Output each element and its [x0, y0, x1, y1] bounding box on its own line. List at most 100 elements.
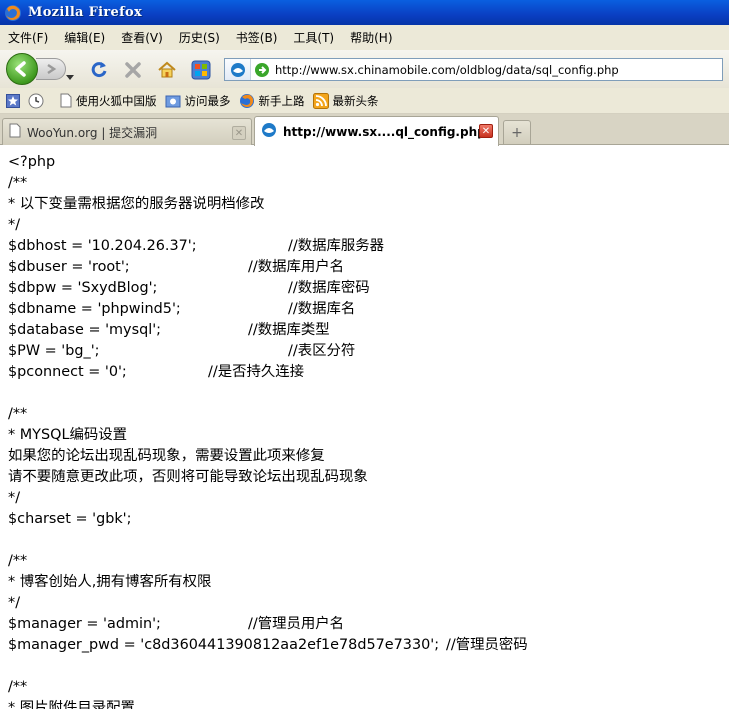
url-input[interactable] — [275, 62, 715, 77]
forward-button[interactable] — [36, 58, 66, 80]
title-bar: Mozilla Firefox — [0, 0, 729, 25]
new-tab-button[interactable]: + — [503, 120, 531, 144]
code-line: $dbhost = '10.204.26.37'; //数据库服务器 — [8, 236, 729, 257]
page-icon — [9, 123, 21, 141]
code-text: $dbname = 'phpwind5'; — [8, 301, 181, 317]
code-line: 如果您的论坛出现乱码现象，需要设置此项来修复 — [8, 446, 729, 467]
firefox-icon — [239, 93, 255, 109]
code-line: * 图片附件目录配置 — [8, 698, 729, 709]
code-line: */ — [8, 488, 729, 509]
code-text: * 图片附件目录配置 — [8, 700, 135, 709]
code-line: /** — [8, 404, 729, 425]
history-clock-icon[interactable] — [28, 93, 44, 109]
code-text: /** — [8, 679, 28, 695]
code-line: $PW = 'bg_'; //表区分符 — [8, 341, 729, 362]
code-comment: //表区分符 — [288, 343, 356, 359]
code-text: */ — [8, 217, 21, 233]
code-line: /** — [8, 173, 729, 194]
menu-view[interactable]: 查看(V) — [121, 29, 163, 46]
code-text: $dbpw = 'SxydBlog'; — [8, 280, 158, 296]
folder-icon — [165, 94, 181, 108]
bookmarks-star-icon[interactable] — [6, 93, 20, 108]
code-text: $pconnect = '0'; — [8, 364, 127, 380]
code-line: $database = 'mysql'; //数据库类型 — [8, 320, 729, 341]
code-text: <?php — [8, 154, 56, 170]
code-line: * 博客创始人,拥有博客所有权限 — [8, 572, 729, 593]
code-line: $dbuser = 'root'; //数据库用户名 — [8, 257, 729, 278]
menu-file[interactable]: 文件(F) — [8, 29, 48, 46]
code-text: $dbuser = 'root'; — [8, 259, 130, 275]
history-dropdown-icon[interactable] — [66, 65, 74, 84]
site-identity-button[interactable] — [225, 59, 251, 80]
tab-close-icon[interactable]: ✕ — [232, 126, 246, 140]
code-comment: //管理员密码 — [446, 637, 528, 653]
plus-icon: + — [511, 124, 523, 141]
code-line: * MYSQL编码设置 — [8, 425, 729, 446]
bookmarks-toolbar: 使用火狐中国版 访问最多 新手上路 最新头条 — [0, 88, 729, 114]
code-line: <?php — [8, 152, 729, 173]
menu-bookmarks[interactable]: 书签(B) — [236, 29, 278, 46]
menu-tools[interactable]: 工具(T) — [293, 29, 334, 46]
menu-bar: 文件(F) 编辑(E) 查看(V) 历史(S) 书签(B) 工具(T) 帮助(H… — [0, 25, 729, 50]
reload-icon[interactable] — [88, 59, 110, 81]
page-content: <?php /** * 以下变量需根据您的服务器说明档修改 */ $dbhost… — [0, 146, 729, 709]
code-text: 如果您的论坛出现乱码现象，需要设置此项来修复 — [8, 448, 325, 464]
code-line: $pconnect = '0'; //是否持久连接 — [8, 362, 729, 383]
bookmark-most-visited[interactable]: 访问最多 — [165, 93, 231, 109]
go-arrow-icon[interactable] — [253, 62, 271, 78]
code-text: $dbhost = '10.204.26.37'; — [8, 238, 197, 254]
bookmark-china-edition[interactable]: 使用火狐中国版 — [60, 93, 157, 109]
firefox-icon — [4, 4, 22, 22]
code-comment: //管理员用户名 — [248, 616, 345, 632]
menu-edit[interactable]: 编辑(E) — [64, 29, 105, 46]
bookmark-label: 最新头条 — [332, 93, 379, 108]
forward-arrow-icon — [46, 63, 56, 75]
menu-history[interactable]: 历史(S) — [179, 29, 220, 46]
tab-close-icon[interactable]: ✕ — [479, 124, 493, 138]
home-icon[interactable] — [156, 59, 178, 81]
code-line: /** — [8, 677, 729, 698]
rss-feed-icon — [312, 92, 329, 109]
tab-strip: WooYun.org | 提交漏洞 ✕ http://www.sx....ql_… — [0, 114, 729, 146]
code-line: */ — [8, 593, 729, 614]
navigation-toolbar — [0, 50, 729, 88]
code-line: $charset = 'gbk'; — [8, 509, 729, 530]
code-text: /** — [8, 175, 28, 191]
window-title: Mozilla Firefox — [28, 5, 143, 20]
tab-label: http://www.sx....ql_config.php — [283, 124, 486, 139]
back-button[interactable] — [6, 53, 38, 85]
code-text: $charset = 'gbk'; — [8, 511, 132, 527]
code-line: /** — [8, 551, 729, 572]
bookmark-getting-started[interactable]: 新手上路 — [239, 93, 305, 109]
code-text: 请不要随意更改此项，否则将可能导致论坛出现乱码现象 — [8, 469, 368, 485]
code-line: $manager = 'admin'; //管理员用户名 — [8, 614, 729, 635]
code-comment: //是否持久连接 — [208, 364, 305, 380]
code-text: * MYSQL编码设置 — [8, 427, 128, 443]
stop-icon[interactable] — [122, 59, 144, 81]
code-text: /** — [8, 553, 28, 569]
code-line: 请不要随意更改此项，否则将可能导致论坛出现乱码现象 — [8, 467, 729, 488]
code-comment: //数据库密码 — [288, 280, 370, 296]
code-line: $dbname = 'phpwind5'; //数据库名 — [8, 299, 729, 320]
menu-help[interactable]: 帮助(H) — [350, 29, 392, 46]
tab-wooyun[interactable]: WooYun.org | 提交漏洞 ✕ — [2, 118, 252, 145]
code-text: $manager = 'admin'; — [8, 616, 161, 632]
code-comment: //数据库服务器 — [288, 238, 385, 254]
code-line: * 以下变量需根据您的服务器说明档修改 — [8, 194, 729, 215]
tab-sql-config[interactable]: http://www.sx....ql_config.php ✕ — [254, 116, 499, 146]
code-line: */ — [8, 215, 729, 236]
site-logo-icon — [261, 122, 277, 141]
code-text: */ — [8, 595, 21, 611]
code-text: $database = 'mysql'; — [8, 322, 162, 338]
windows-start-icon[interactable] — [190, 59, 212, 81]
code-text: $PW = 'bg_'; — [8, 343, 100, 359]
code-text: * 博客创始人,拥有博客所有权限 — [8, 574, 212, 590]
code-text: * 以下变量需根据您的服务器说明档修改 — [8, 196, 265, 212]
code-text: $manager_pwd = 'c8d360441390812aa2ef1e78… — [8, 637, 440, 653]
bookmark-latest-headlines[interactable]: 最新头条 — [312, 92, 379, 109]
bookmark-label: 新手上路 — [258, 93, 305, 108]
back-arrow-icon — [15, 61, 26, 77]
code-line: $manager_pwd = 'c8d360441390812aa2ef1e78… — [8, 635, 729, 656]
